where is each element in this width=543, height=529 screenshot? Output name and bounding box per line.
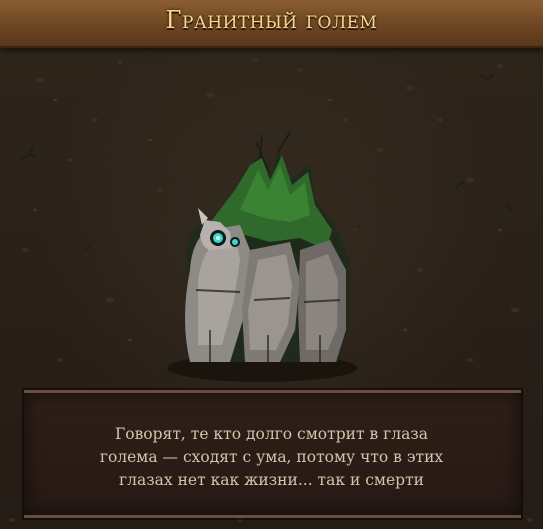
description-line: глазах нет как жизни... так и смерти [119, 471, 424, 489]
creature-title: Гранитный голем [165, 6, 378, 34]
description-line: Говорят, те кто долго смотрит в глаза [114, 425, 429, 443]
creature-description: Говорят, те кто долго смотрит в глаза го… [79, 423, 464, 492]
description-panel: Говорят, те кто долго смотрит в глаза го… [24, 390, 521, 518]
description-line: голема — сходят с ума, потому что в этих [99, 448, 444, 466]
title-banner: Гранитный голем [0, 0, 543, 48]
creature-card: Гранитный голем Говорят, те кто долго см… [0, 0, 543, 529]
golem-illustration-icon [167, 131, 357, 382]
